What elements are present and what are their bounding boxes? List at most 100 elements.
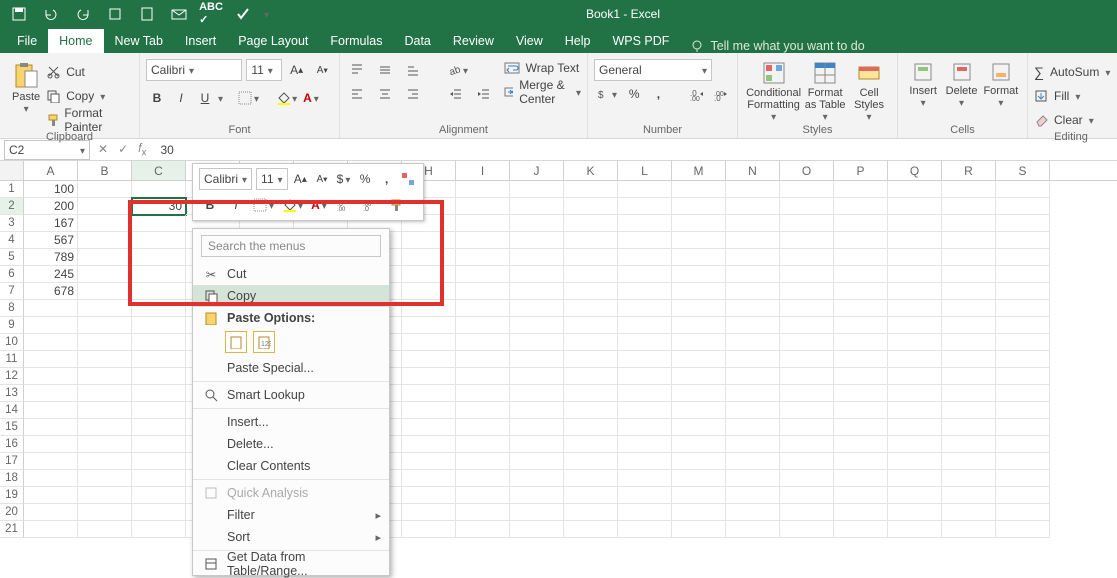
mini-shrink-font-icon[interactable]: A▾ [313, 168, 331, 190]
cell-S8[interactable] [996, 300, 1050, 317]
col-hdr-N[interactable]: N [726, 161, 780, 180]
cell-P11[interactable] [834, 351, 888, 368]
cell-Q16[interactable] [888, 436, 942, 453]
merge-caret[interactable] [576, 85, 581, 99]
cell-A11[interactable] [24, 351, 78, 368]
cell-R5[interactable] [942, 249, 996, 266]
cell-S7[interactable] [996, 283, 1050, 300]
cell-L11[interactable] [618, 351, 672, 368]
cell-C14[interactable] [132, 402, 186, 419]
cell-A3[interactable]: 167 [24, 215, 78, 232]
cell-S9[interactable] [996, 317, 1050, 334]
cell-N10[interactable] [726, 334, 780, 351]
cell-C3[interactable] [132, 215, 186, 232]
tab-insert[interactable]: Insert [174, 29, 227, 53]
cell-K6[interactable] [564, 266, 618, 283]
cell-S5[interactable] [996, 249, 1050, 266]
fill-color-button[interactable] [274, 87, 299, 109]
row-hdr-4[interactable]: 4 [0, 232, 24, 249]
cell-P4[interactable] [834, 232, 888, 249]
cell-Q10[interactable] [888, 334, 942, 351]
select-all-corner[interactable] [0, 161, 24, 180]
cell-C4[interactable] [132, 232, 186, 249]
cell-M8[interactable] [672, 300, 726, 317]
mini-grow-font-icon[interactable]: A▴ [292, 168, 310, 190]
row-hdr-19[interactable]: 19 [0, 487, 24, 504]
col-hdr-M[interactable]: M [672, 161, 726, 180]
cell-N2[interactable] [726, 198, 780, 215]
cell-C2[interactable]: 30 [132, 198, 186, 215]
cell-J5[interactable] [510, 249, 564, 266]
tab-review[interactable]: Review [442, 29, 505, 53]
mini-comma-button[interactable]: , [378, 168, 396, 190]
cell-B9[interactable] [78, 317, 132, 334]
cell-K10[interactable] [564, 334, 618, 351]
cell-J12[interactable] [510, 368, 564, 385]
cell-N3[interactable] [726, 215, 780, 232]
row-hdr-21[interactable]: 21 [0, 521, 24, 538]
cell-B8[interactable] [78, 300, 132, 317]
row-hdr-20[interactable]: 20 [0, 504, 24, 521]
save-icon[interactable] [8, 3, 30, 25]
cell-L3[interactable] [618, 215, 672, 232]
cell-M16[interactable] [672, 436, 726, 453]
cell-J11[interactable] [510, 351, 564, 368]
cell-K17[interactable] [564, 453, 618, 470]
cell-R3[interactable] [942, 215, 996, 232]
cell-S17[interactable] [996, 453, 1050, 470]
cell-M19[interactable] [672, 487, 726, 504]
cell-L1[interactable] [618, 181, 672, 198]
cell-B17[interactable] [78, 453, 132, 470]
check-icon[interactable] [232, 3, 254, 25]
cell-R14[interactable] [942, 402, 996, 419]
cell-I10[interactable] [456, 334, 510, 351]
decrease-indent-icon[interactable] [445, 83, 467, 105]
cell-I20[interactable] [456, 504, 510, 521]
cell-L9[interactable] [618, 317, 672, 334]
cell-N13[interactable] [726, 385, 780, 402]
cell-P16[interactable] [834, 436, 888, 453]
cell-R4[interactable] [942, 232, 996, 249]
decrease-decimal-icon[interactable]: .00.0 [713, 83, 731, 105]
cell-J3[interactable] [510, 215, 564, 232]
mini-painter-icon[interactable] [385, 194, 407, 216]
cell-A7[interactable]: 678 [24, 283, 78, 300]
cell-R9[interactable] [942, 317, 996, 334]
cell-H5[interactable] [402, 249, 456, 266]
email-icon[interactable] [168, 3, 190, 25]
cell-J13[interactable] [510, 385, 564, 402]
cell-A16[interactable] [24, 436, 78, 453]
cell-C15[interactable] [132, 419, 186, 436]
menu-filter[interactable]: Filter [193, 504, 389, 526]
cell-N4[interactable] [726, 232, 780, 249]
mini-border-button[interactable] [251, 194, 276, 216]
copy-button[interactable]: Copy [46, 85, 133, 107]
cell-S11[interactable] [996, 351, 1050, 368]
orientation-button[interactable]: ab [445, 59, 470, 81]
cell-styles-button[interactable]: Cell Styles [847, 57, 891, 123]
cell-O16[interactable] [780, 436, 834, 453]
cell-P18[interactable] [834, 470, 888, 487]
cell-S20[interactable] [996, 504, 1050, 521]
cell-M2[interactable] [672, 198, 726, 215]
row-hdr-16[interactable]: 16 [0, 436, 24, 453]
cell-N18[interactable] [726, 470, 780, 487]
cell-L6[interactable] [618, 266, 672, 283]
cell-P3[interactable] [834, 215, 888, 232]
cell-N16[interactable] [726, 436, 780, 453]
col-hdr-J[interactable]: J [510, 161, 564, 180]
tab-formulas[interactable]: Formulas [319, 29, 393, 53]
cell-B4[interactable] [78, 232, 132, 249]
cell-I18[interactable] [456, 470, 510, 487]
cell-O13[interactable] [780, 385, 834, 402]
undo-icon[interactable] [40, 3, 62, 25]
cell-B18[interactable] [78, 470, 132, 487]
cell-R19[interactable] [942, 487, 996, 504]
cell-B2[interactable] [78, 198, 132, 215]
cell-S10[interactable] [996, 334, 1050, 351]
cell-K12[interactable] [564, 368, 618, 385]
format-as-table-button[interactable]: Format as Table [803, 57, 847, 123]
cell-Q15[interactable] [888, 419, 942, 436]
tab-home[interactable]: Home [48, 29, 103, 53]
cell-O3[interactable] [780, 215, 834, 232]
